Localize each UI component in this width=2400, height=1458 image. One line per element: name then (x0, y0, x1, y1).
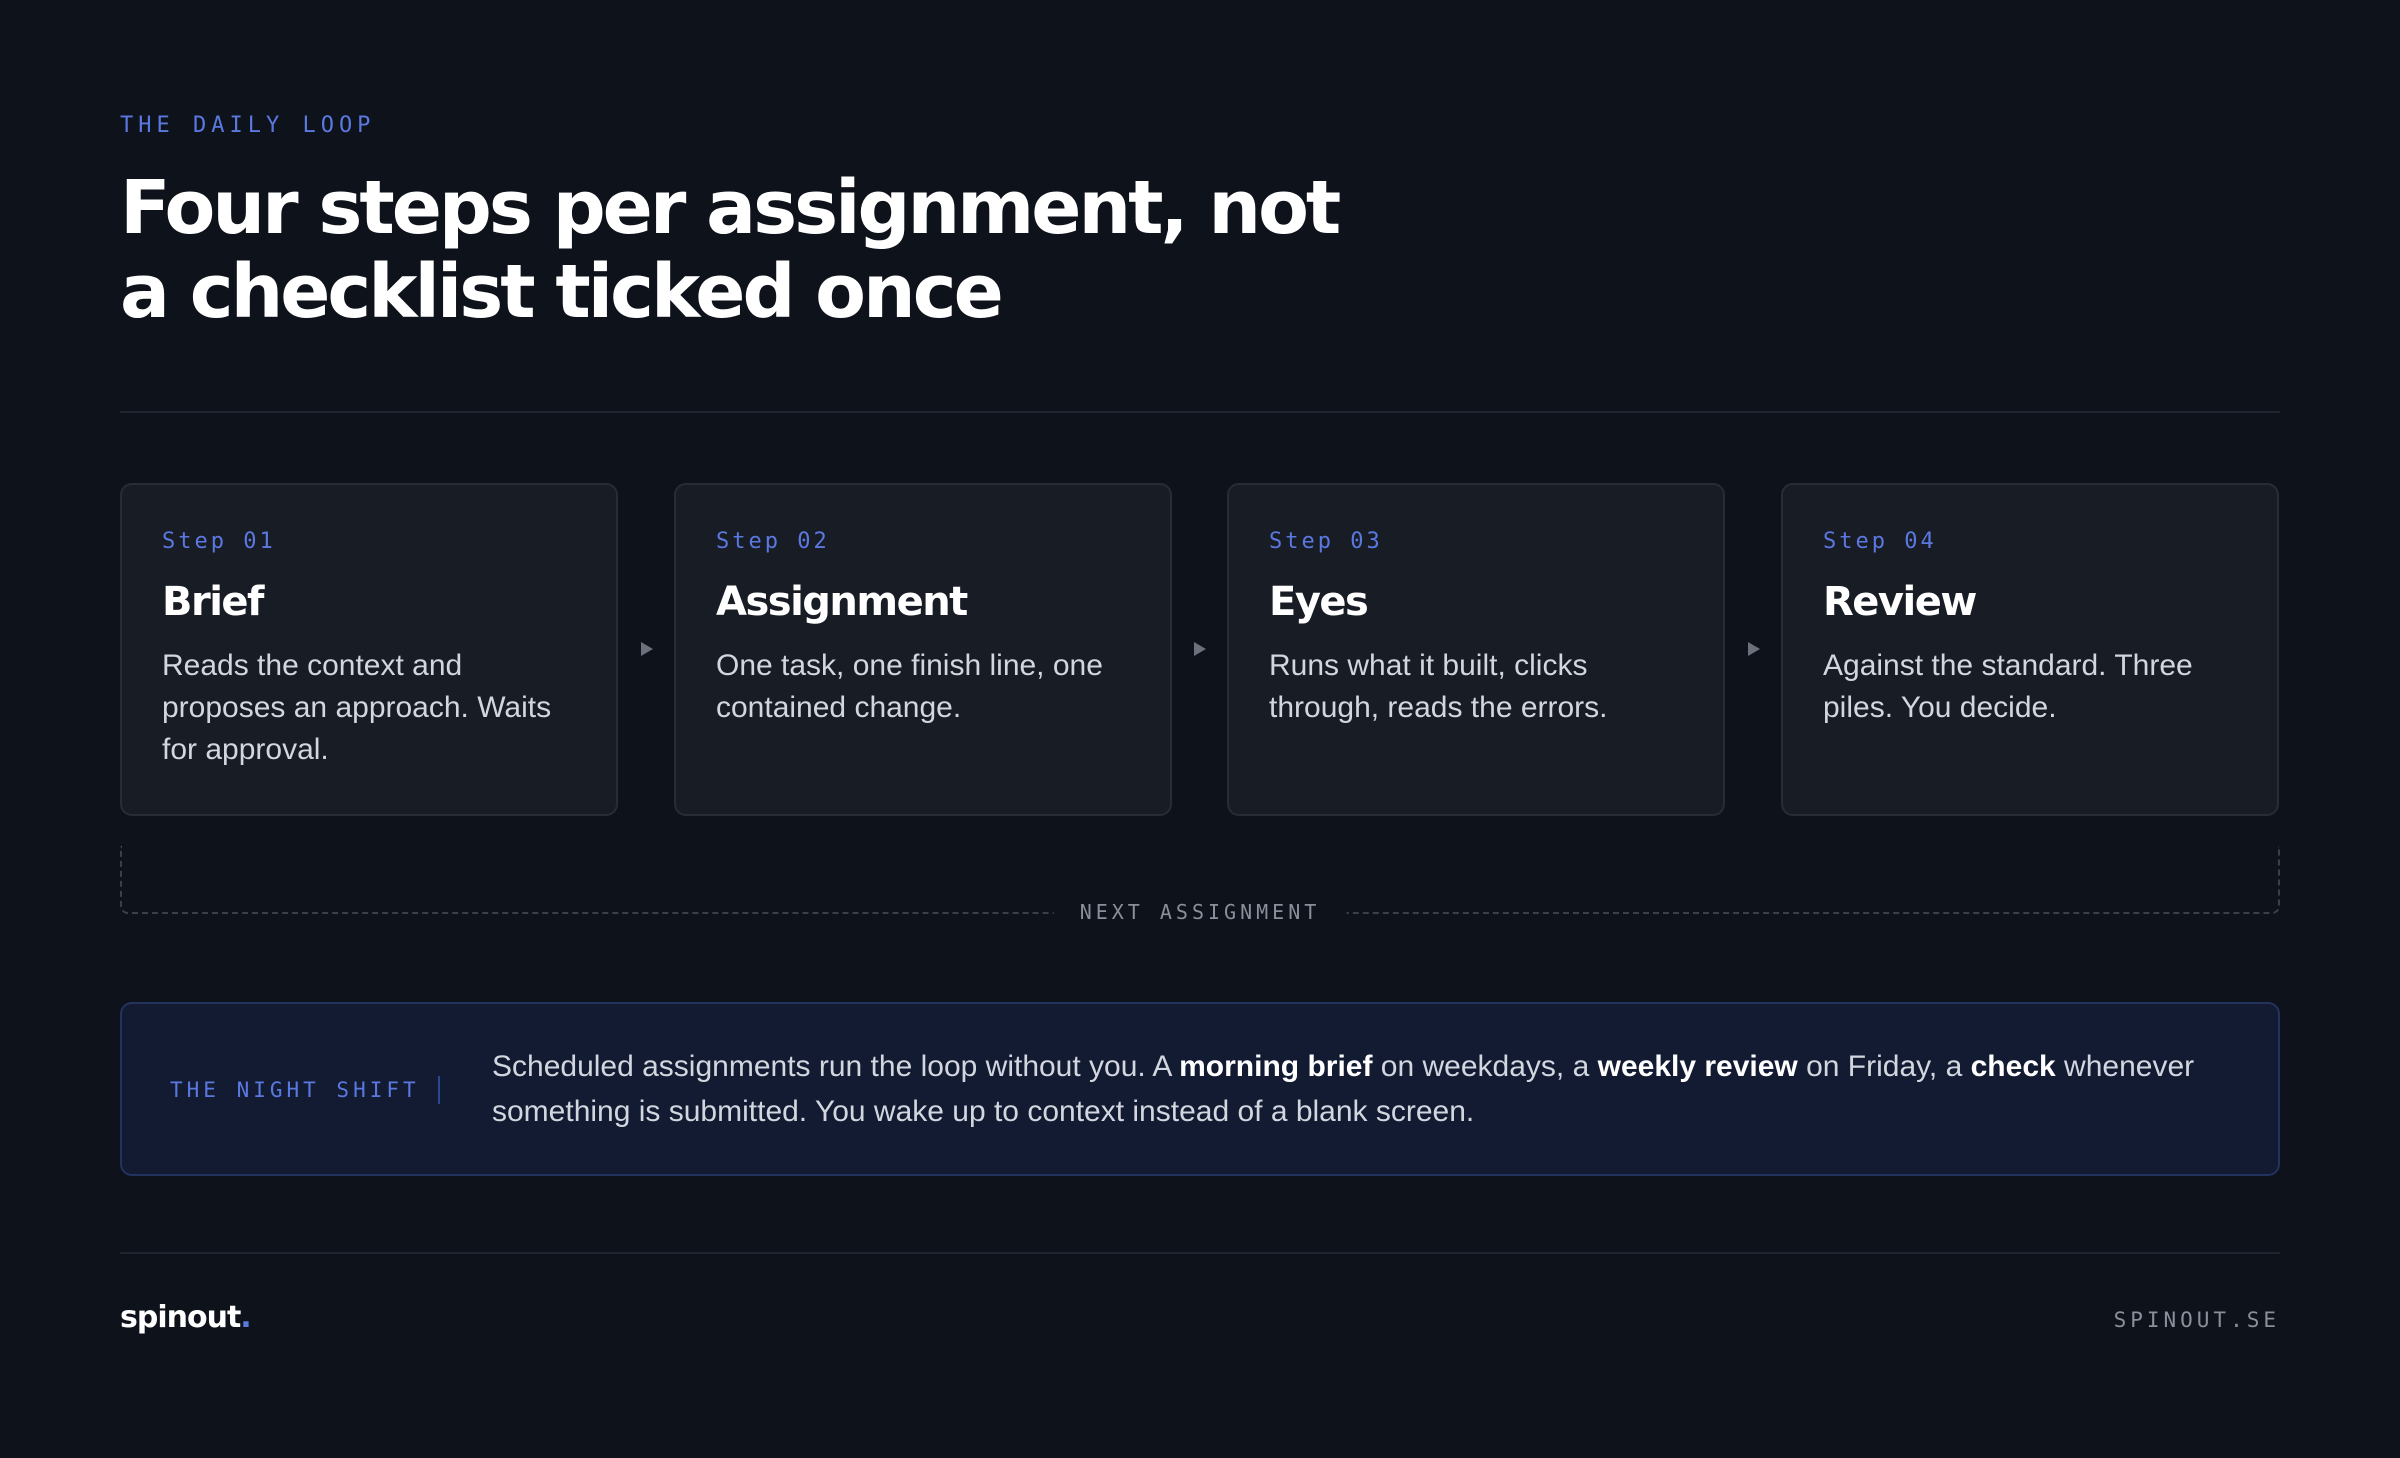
step-title: Assignment (716, 579, 968, 625)
step-number: Step 04 (1823, 529, 1937, 554)
arrow-right-icon (641, 642, 653, 656)
night-shift-separator (438, 1076, 440, 1104)
step-card-review: Step 04 Review Against the standard. Thr… (1781, 483, 2279, 816)
section-eyebrow: THE DAILY LOOP (120, 113, 376, 138)
step-card-brief: Step 01 Brief Reads the context and prop… (120, 483, 618, 816)
night-shift-text-part: on Friday, a (1797, 1050, 1971, 1083)
step-card-assignment: Step 02 Assignment One task, one finish … (674, 483, 1172, 816)
arrow-right-icon (1748, 642, 1760, 656)
step-card-eyes: Step 03 Eyes Runs what it built, clicks … (1227, 483, 1725, 816)
night-shift-text-part: Scheduled assignments run the loop witho… (492, 1050, 1180, 1083)
night-shift-label: THE NIGHT SHIFT (170, 1078, 420, 1102)
brand-logo[interactable]: spinout. (120, 1298, 252, 1338)
step-number: Step 02 (716, 529, 830, 554)
step-title: Eyes (1269, 579, 1369, 625)
step-number: Step 03 (1269, 529, 1383, 554)
loop-label: NEXT ASSIGNMENT (1053, 899, 1347, 925)
arrow-right-icon (1194, 642, 1206, 656)
site-link[interactable]: SPINOUT.SE (2114, 1306, 2280, 1334)
page-title: Four steps per assignment, not a checkli… (120, 165, 1341, 335)
step-description: Reads the context and proposes an approa… (162, 649, 552, 766)
step-title: Review (1823, 579, 1977, 625)
night-shift-highlight: check (1970, 1050, 2056, 1083)
step-title: Brief (162, 579, 264, 625)
night-shift-text: Scheduled assignments run the loop witho… (492, 1044, 2242, 1134)
step-description: One task, one finish line, one contained… (716, 649, 1103, 724)
night-shift-text-part: on weekdays, a (1372, 1050, 1598, 1083)
divider-top (120, 411, 2280, 413)
divider-footer (120, 1252, 2280, 1254)
page-title-line-1: Four steps per assignment, not (120, 165, 1341, 251)
night-shift-highlight: morning brief (1179, 1050, 1373, 1083)
step-description: Against the standard. Three piles. You d… (1823, 649, 2193, 724)
night-shift-panel: THE NIGHT SHIFT Scheduled assignments ru… (120, 1002, 2280, 1176)
night-shift-highlight: weekly review (1597, 1050, 1798, 1083)
brand-dot: . (240, 1300, 251, 1335)
brand-name: spinout (120, 1300, 241, 1335)
page-title-line-2: a checklist ticked once (120, 249, 1004, 335)
step-description: Runs what it built, clicks through, read… (1269, 649, 1608, 724)
step-number: Step 01 (162, 529, 276, 554)
